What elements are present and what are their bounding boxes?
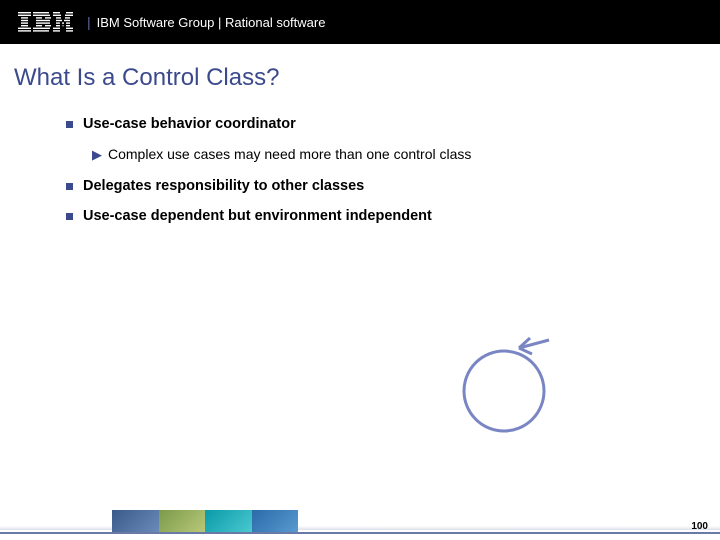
bullet-item: Delegates responsibility to other classe… xyxy=(66,178,680,194)
header-divider: | xyxy=(87,14,91,30)
square-bullet-icon xyxy=(66,183,73,190)
arrow-bullet-icon: ▶ xyxy=(92,146,102,164)
footer-gradient xyxy=(0,526,720,530)
page-number: 100 xyxy=(691,521,708,532)
bullet-item: Use-case behavior coordinator xyxy=(66,116,680,132)
footer: 100 xyxy=(0,508,720,540)
bullet-text: Use-case dependent but environment indep… xyxy=(83,208,432,224)
sub-bullet-text: Complex use cases may need more than one… xyxy=(108,146,471,162)
ibm-logo xyxy=(18,12,73,32)
square-bullet-icon xyxy=(66,213,73,220)
header-text: IBM Software Group | Rational software xyxy=(97,15,326,30)
footer-line xyxy=(0,532,720,534)
header-bar: | IBM Software Group | Rational software xyxy=(0,0,720,44)
footer-image-strip xyxy=(112,510,298,532)
slide-title: What Is a Control Class? xyxy=(0,44,720,92)
sub-bullet-item: ▶ Complex use cases may need more than o… xyxy=(92,146,680,164)
content-area: Use-case behavior coordinator ▶ Complex … xyxy=(0,92,720,224)
bullet-item: Use-case dependent but environment indep… xyxy=(66,208,680,224)
square-bullet-icon xyxy=(66,121,73,128)
bullet-text: Use-case behavior coordinator xyxy=(83,116,296,132)
bullet-text: Delegates responsibility to other classe… xyxy=(83,178,364,194)
control-class-icon xyxy=(454,336,564,441)
